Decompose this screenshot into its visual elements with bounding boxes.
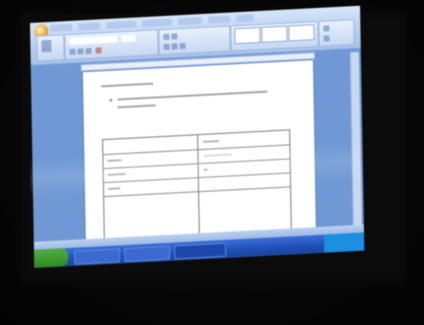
table-cell — [203, 168, 208, 171]
ribbon-tab-review[interactable] — [208, 15, 231, 24]
style-no-spacing[interactable] — [261, 25, 288, 43]
styles-group — [230, 20, 319, 52]
clipboard-group — [36, 34, 65, 62]
bullets-icon[interactable] — [163, 33, 170, 41]
ribbon-tab-mailings[interactable] — [178, 16, 203, 26]
system-tray-icon[interactable] — [323, 232, 365, 253]
ribbon-tab-home[interactable] — [50, 23, 73, 32]
underline-icon[interactable] — [85, 47, 92, 55]
taskbar-item[interactable] — [124, 245, 171, 263]
font-name-box[interactable] — [69, 35, 118, 45]
editing-group — [318, 19, 355, 47]
italic-icon[interactable] — [77, 48, 84, 55]
align-right-icon[interactable] — [179, 42, 186, 50]
ribbon-tab-references[interactable] — [142, 18, 173, 28]
replace-icon[interactable] — [323, 35, 330, 42]
document-bullet-line-continued — [117, 104, 156, 109]
font-size-box[interactable] — [121, 34, 136, 43]
table-header-cell — [203, 140, 220, 143]
taskbar-item-active[interactable] — [174, 242, 227, 260]
table-cell — [203, 153, 232, 157]
paragraph-group — [158, 25, 231, 56]
bold-icon[interactable] — [69, 48, 76, 55]
document-heading-line — [101, 82, 154, 88]
font-color-icon[interactable] — [95, 47, 102, 54]
table-column-divider — [197, 135, 200, 239]
paste-icon[interactable] — [41, 39, 52, 53]
monitor-screen — [30, 5, 365, 268]
style-normal[interactable] — [234, 26, 261, 45]
document-table[interactable] — [102, 129, 292, 245]
document-bullet-line — [117, 90, 268, 101]
numbering-icon[interactable] — [171, 33, 178, 40]
style-heading[interactable] — [288, 24, 315, 42]
windows-start-icon[interactable] — [33, 248, 69, 268]
font-group — [64, 29, 159, 61]
align-center-icon[interactable] — [171, 43, 178, 50]
ribbon-tab-insert[interactable] — [78, 22, 101, 31]
taskbar-item[interactable] — [74, 248, 121, 265]
table-cell — [107, 187, 120, 190]
table-header-cell — [107, 159, 122, 162]
document-page[interactable] — [82, 60, 316, 248]
find-icon[interactable] — [323, 25, 330, 32]
vertical-scrollbar[interactable] — [349, 51, 362, 235]
ribbon-tab-page-layout[interactable] — [106, 20, 137, 30]
align-left-icon[interactable] — [163, 43, 170, 50]
list-bullet — [109, 98, 113, 102]
ribbon-tab-view[interactable] — [236, 14, 255, 23]
table-cell — [107, 172, 126, 176]
